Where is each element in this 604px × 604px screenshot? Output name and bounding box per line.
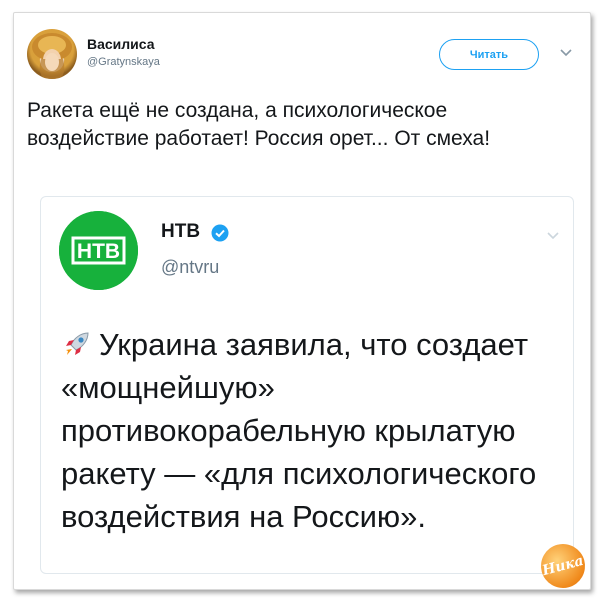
author-handle[interactable]: @Gratynskaya (87, 56, 160, 68)
quoted-tweet-text-body: Украина заявила, что создает «мощнейшую»… (61, 327, 537, 534)
tweet-card: Василиса @Gratynskaya Читать Ракета ещё … (13, 12, 591, 590)
avatar[interactable] (27, 29, 77, 79)
avatar-portrait-icon (32, 33, 72, 79)
quoted-tweet[interactable]: НТВ НТВ @ntvru Украина заявила, что созд… (40, 196, 574, 574)
quoted-author-name[interactable]: НТВ (161, 221, 200, 243)
quoted-author-handle[interactable]: @ntvru (161, 257, 219, 278)
ntv-logo-mark-icon: НТВ (59, 211, 138, 290)
follow-button[interactable]: Читать (439, 39, 539, 70)
chevron-down-icon[interactable] (545, 229, 561, 243)
verified-badge-icon (211, 224, 229, 242)
quoted-tweet-text: Украина заявила, что создает «мощнейшую»… (61, 323, 561, 538)
tweet-text: Ракета ещё не создана, а психологическое… (27, 99, 491, 150)
ntv-logo-text: НТВ (77, 240, 120, 263)
ntv-logo[interactable]: НТВ (59, 211, 138, 290)
chevron-down-icon[interactable] (558, 46, 574, 60)
author-name[interactable]: Василиса (87, 36, 155, 52)
follow-button-label: Читать (469, 48, 509, 61)
rocket-emoji-icon (66, 332, 89, 355)
